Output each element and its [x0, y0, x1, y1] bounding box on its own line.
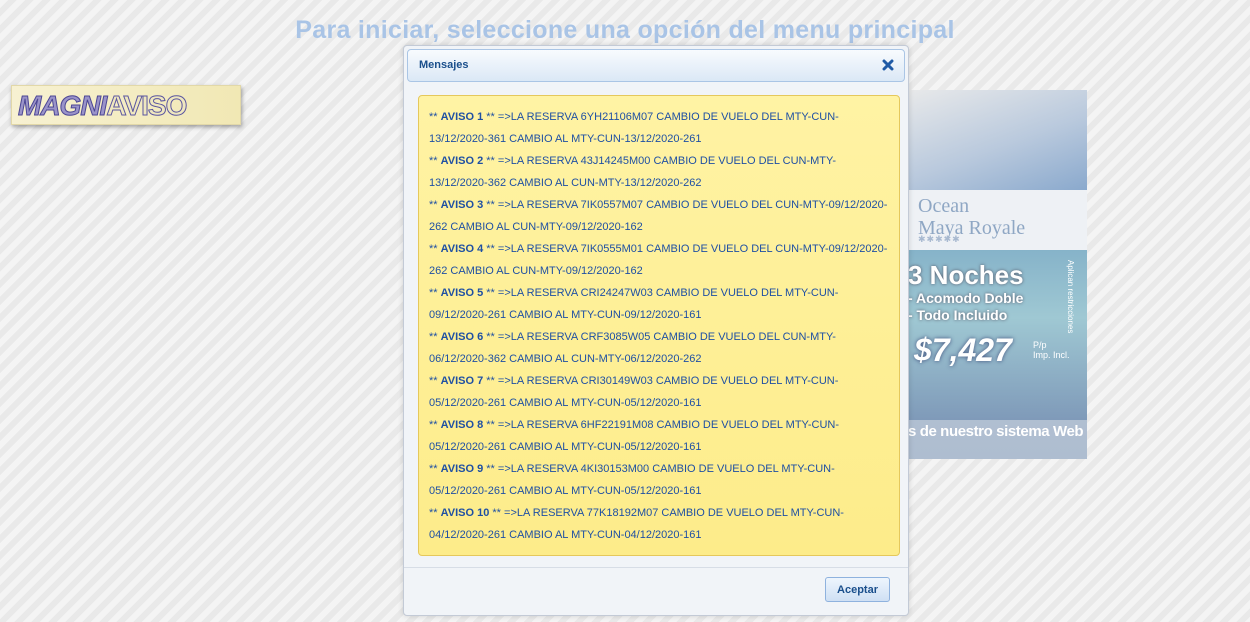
message-label: AVISO 9 [440, 463, 484, 475]
message-text: =>LA RESERVA 7IK0555M01 CAMBIO DE VUELO … [429, 243, 888, 277]
message-label: AVISO 7 [440, 375, 484, 387]
message-item: ** AVISO 4 ** =>LA RESERVA 7IK0555M01 CA… [429, 243, 888, 277]
message-text: =>LA RESERVA 4KI30153M00 CAMBIO DE VUELO… [429, 463, 835, 497]
message-text: =>LA RESERVA CRI30149W03 CAMBIO DE VUELO… [429, 375, 839, 409]
message-text: =>LA RESERVA CRI24247W03 CAMBIO DE VUELO… [429, 287, 839, 321]
close-icon[interactable] [881, 58, 895, 72]
message-item: ** AVISO 5 ** =>LA RESERVA CRI24247W03 C… [429, 287, 839, 321]
message-text: =>LA RESERVA 6YH21106M07 CAMBIO DE VUELO… [429, 111, 839, 145]
message-item: ** AVISO 2 ** =>LA RESERVA 43J14245M00 C… [429, 155, 836, 189]
message-label: AVISO 6 [440, 331, 484, 343]
page-heading: Para iniciar, seleccione una opción del … [295, 16, 955, 44]
message-item: ** AVISO 1 ** =>LA RESERVA 6YH21106M07 C… [429, 111, 839, 145]
ad-footer-text: s de nuestro sistema Web [908, 423, 1084, 440]
logo-part-2: AVISO [106, 90, 188, 122]
magniaviso-logo: MAGNIAVISO [11, 85, 241, 125]
ad-brand-panel: Ocean Maya Royale ✱✱✱✱✱ [908, 190, 1087, 250]
message-item: ** AVISO 3 ** =>LA RESERVA 7IK0557M07 CA… [429, 199, 888, 233]
message-label: AVISO 5 [440, 287, 484, 299]
messages-list: ** AVISO 1 ** =>LA RESERVA 6YH21106M07 C… [418, 95, 900, 556]
message-label: AVISO 10 [440, 507, 490, 519]
hotel-ad-banner[interactable]: Ocean Maya Royale ✱✱✱✱✱ 3 Noches - Acomo… [908, 90, 1087, 459]
message-text: =>LA RESERVA 6HF22191M08 CAMBIO DE VUELO… [429, 419, 840, 453]
message-text: =>LA RESERVA 77K18192M07 CAMBIO DE VUELO… [429, 507, 844, 541]
dialog-titlebar[interactable]: Mensajes [407, 49, 905, 82]
logo-part-1: MAGNI [17, 90, 107, 122]
ad-restrictions-text: Aplican restricciones [1066, 260, 1075, 334]
ad-brand-stars: ✱✱✱✱✱ [918, 234, 961, 244]
dialog-footer: Aceptar [404, 567, 908, 616]
ad-line-todo-incluido: - Todo Incluido [908, 307, 1008, 323]
message-text: =>LA RESERVA 43J14245M00 CAMBIO DE VUELO… [429, 155, 836, 189]
message-item: ** AVISO 8 ** =>LA RESERVA 6HF22191M08 C… [429, 419, 840, 453]
message-item: ** AVISO 6 ** =>LA RESERVA CRF3085W05 CA… [429, 331, 836, 365]
accept-button[interactable]: Aceptar [825, 577, 890, 602]
message-text: =>LA RESERVA CRF3085W05 CAMBIO DE VUELO … [429, 331, 836, 365]
ad-price: $7,427 [914, 332, 1012, 368]
messages-dialog: Mensajes ** AVISO 1 ** =>LA RESERVA 6YH2… [403, 45, 909, 616]
dialog-title: Mensajes [419, 59, 469, 71]
message-label: AVISO 2 [440, 155, 484, 167]
message-item: ** AVISO 9 ** =>LA RESERVA 4KI30153M00 C… [429, 463, 835, 497]
message-text: =>LA RESERVA 7IK0557M07 CAMBIO DE VUELO … [429, 199, 888, 233]
ad-beach-photo [908, 90, 1087, 190]
ad-line-acomodo: - Acomodo Doble [908, 290, 1024, 306]
message-item: ** AVISO 7 ** =>LA RESERVA CRI30149W03 C… [429, 375, 839, 409]
ad-nights: 3 Noches [908, 260, 1024, 290]
message-label: AVISO 4 [440, 243, 484, 255]
ad-price-note: P/p Imp. Incl. [1033, 340, 1070, 360]
message-label: AVISO 8 [440, 419, 484, 431]
message-label: AVISO 3 [440, 199, 484, 211]
ad-brand-name: Ocean Maya Royale [918, 195, 1026, 239]
message-item: ** AVISO 10 ** =>LA RESERVA 77K18192M07 … [429, 507, 844, 541]
message-label: AVISO 1 [440, 111, 484, 123]
